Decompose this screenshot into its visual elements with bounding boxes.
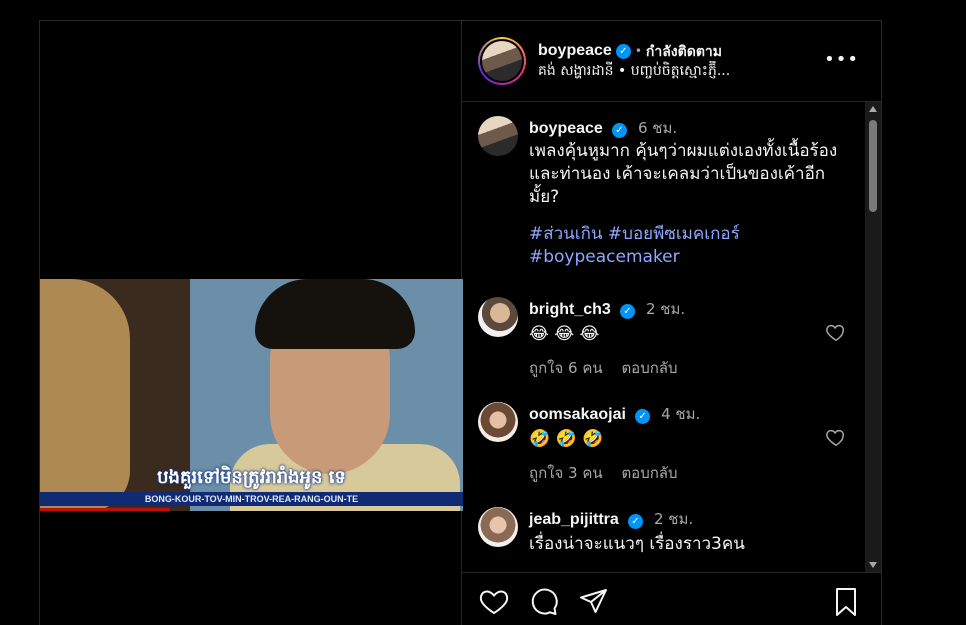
video-scene-hair (255, 279, 415, 349)
author-avatar-story-ring[interactable] (478, 37, 526, 85)
verified-icon: ✓ (611, 123, 627, 138)
verified-icon: ✓ (635, 409, 651, 424)
comment-text: เรื่องน่าจะแนวๆ เรื่องราว3คน (529, 534, 745, 554)
verified-icon: ✓ (615, 43, 631, 59)
reply-button[interactable]: ตอบกลับ (621, 464, 677, 482)
comment-username[interactable]: oomsakaojai (529, 406, 626, 423)
separator-dot: • (634, 44, 642, 58)
heart-icon[interactable] (825, 321, 847, 343)
video-progress-bar[interactable] (40, 508, 170, 511)
audio-subtitle[interactable]: គង់ សង្ហារដានី • បញ្ចប់ចិត្តស្មោះភ្ញ៊ី..… (538, 61, 730, 81)
commenter-avatar[interactable] (478, 402, 518, 442)
comment-text: 🤣 🤣 🤣 (529, 429, 604, 449)
caption-username[interactable]: boypeace (529, 120, 603, 137)
scroll-up-icon[interactable] (869, 106, 877, 112)
hashtag-link[interactable]: #ส่วนเกิน (529, 224, 603, 244)
comment-item: oomsakaojai ✓ 4 ชม. 🤣 🤣 🤣 ถูกใจ 3 คน ตอบ… (478, 402, 865, 485)
comment-time: 4 ชม. (661, 405, 701, 423)
comment-icon[interactable] (528, 586, 560, 618)
following-button[interactable]: กำลังติดตาม (646, 41, 722, 61)
scroll-down-icon[interactable] (869, 562, 877, 568)
like-heart-icon[interactable] (478, 586, 510, 618)
save-icon[interactable] (831, 586, 861, 618)
author-username[interactable]: boypeace (538, 41, 612, 61)
post-modal: បងគួរទៅមិនត្រូវរារាំងអូន ទេ BONG-KOUR-TO… (39, 20, 882, 625)
comment-time: 2 ชม. (654, 510, 694, 528)
comments-section[interactable]: boypeace ✓ 6 ชม. เพลงคุ้นหูมาก คุ้นๆว่าผ… (462, 102, 881, 572)
post-header: boypeace ✓ • กำลังติดตาม គង់ សង្ហារដានី … (462, 21, 881, 102)
video-subtitle-latin: BONG-KOUR-TOV-MIN-TROV-REA-RANG-OUN-TE (40, 492, 463, 506)
verified-icon: ✓ (627, 514, 643, 529)
caption-time: 6 ชม. (638, 119, 678, 137)
comment-likes-count[interactable]: ถูกใจ 3 คน (529, 464, 603, 482)
commenter-avatar[interactable] (478, 507, 518, 547)
comment-item: jeab_pijittra ✓ 2 ชม. เรื่องน่าจะแนวๆ เร… (478, 507, 865, 556)
reply-button[interactable]: ตอบกลับ (621, 359, 677, 377)
caption-hashtags: #ส่วนเกิน #บอยพีซเมคเกอร์ #boypeacemaker (529, 223, 849, 269)
post-caption: boypeace ✓ 6 ชม. เพลงคุ้นหูมาก คุ้นๆว่าผ… (478, 116, 865, 269)
comment-likes-count[interactable]: ถูกใจ 6 คน (529, 359, 603, 377)
comment-username[interactable]: bright_ch3 (529, 301, 611, 318)
comment-username[interactable]: jeab_pijittra (529, 511, 619, 528)
scrollbar-thumb[interactable] (869, 120, 877, 212)
video-player[interactable]: បងគួរទៅមិនត្រូវរារាំងអូន ទេ BONG-KOUR-TO… (40, 279, 463, 511)
share-icon[interactable] (578, 586, 610, 618)
comments-scrollbar[interactable] (865, 102, 881, 572)
comment-time: 2 ชม. (645, 300, 686, 318)
video-subtitle-khmer: បងគួរទៅមិនត្រូវរារាំងអូន ទេ (157, 467, 346, 488)
post-side-panel: boypeace ✓ • กำลังติดตาม គង់ សង្ហារដានី … (462, 21, 881, 625)
post-media: បងគួរទៅមិនត្រូវរារាំងអូន ទេ BONG-KOUR-TO… (40, 21, 463, 625)
hashtag-link[interactable]: #บอยพีซเมคเกอร์ (608, 224, 740, 244)
commenter-avatar[interactable] (478, 297, 518, 337)
caption-author-avatar[interactable] (478, 116, 518, 156)
comment-item: bright_ch3 ✓ 2 ชม. 😂 😂 😂 ถูกใจ 6 คน ตอบก… (478, 297, 865, 380)
hashtag-link[interactable]: #boypeacemaker (529, 247, 680, 267)
heart-icon[interactable] (825, 426, 847, 448)
caption-text: เพลงคุ้นหูมาก คุ้นๆว่าผมแต่งเองทั้งเนื้อ… (529, 141, 838, 207)
verified-icon: ✓ (619, 304, 635, 319)
comment-text: 😂 😂 😂 (529, 324, 600, 344)
author-avatar (482, 41, 522, 81)
more-icon[interactable]: ••• (824, 49, 859, 70)
post-actions-bar (462, 572, 881, 625)
